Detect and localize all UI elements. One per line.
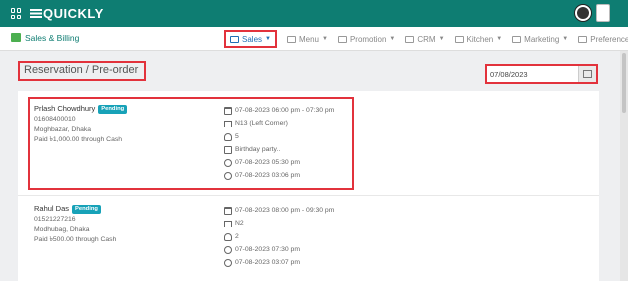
scrollbar-thumb[interactable]	[622, 53, 626, 113]
note-icon	[224, 145, 232, 154]
date-input[interactable]	[487, 67, 575, 81]
payment-info: Paid ৳500.00 through Cash	[34, 236, 117, 243]
page-scrollbar[interactable]	[620, 51, 628, 281]
reservation-card[interactable]: Rahul Das Pending 01521227216 Modhubag, D…	[28, 197, 594, 277]
reservation-note: Birthday party..	[235, 146, 281, 153]
customer-info: Rahul Das Pending 01521227216 Modhubag, D…	[34, 204, 116, 245]
clock-icon	[224, 258, 232, 267]
alarm-icon	[224, 158, 232, 167]
payment-info: Paid ৳1,000.00 through Cash	[34, 136, 123, 143]
reservation-details: 07-08-2023 08:00 pm - 09:30 pm N2 2 07-0…	[224, 204, 334, 269]
promotion-icon	[337, 35, 347, 43]
guests-icon	[224, 132, 232, 141]
nav-crm[interactable]: CRM ▼	[405, 30, 445, 48]
customer-phone: 01608400010	[34, 116, 76, 123]
chevron-down-icon: ▼	[438, 36, 445, 42]
table-icon	[224, 120, 232, 127]
date-filter	[485, 64, 598, 84]
calendar-icon	[583, 70, 592, 78]
guests-icon	[224, 232, 232, 241]
nav-marketing[interactable]: Marketing ▼	[512, 30, 568, 48]
reservation-list: Prlash Chowdhury Pending 01608400010 Mogh…	[18, 91, 599, 281]
user-avatar[interactable]	[574, 4, 592, 22]
calendar-button[interactable]	[578, 66, 596, 82]
logo-text: QUICKLY	[43, 6, 104, 21]
nav-menu-label: Menu	[298, 34, 319, 44]
nav-menu[interactable]: Menu ▼	[286, 30, 328, 48]
top-bar: QUICKLY	[0, 0, 628, 27]
crm-icon	[405, 35, 415, 43]
customer-address: Moghbazar, Dhaka	[34, 126, 92, 133]
kitchen-icon	[454, 35, 464, 43]
reservation-datetime: 07-08-2023 06:00 pm - 07:30 pm	[235, 107, 335, 114]
customer-info: Prlash Chowdhury Pending 01608400010 Mogh…	[34, 104, 128, 145]
chevron-down-icon: ▼	[389, 36, 396, 42]
alarm-icon	[224, 245, 232, 254]
reservation-datetime: 07-08-2023 08:00 pm - 09:30 pm	[235, 207, 335, 214]
calendar-icon	[224, 106, 232, 115]
avatar-image-icon	[577, 7, 589, 19]
clock-icon	[224, 171, 232, 180]
module-navbar: Sales & Billing Sales ▼ Menu ▼ Promotion ▼ …	[0, 27, 628, 51]
gear-icon	[578, 35, 588, 43]
menu-icon	[286, 35, 296, 43]
chevron-down-icon: ▼	[321, 36, 328, 42]
calendar-icon	[224, 206, 232, 215]
app-logo[interactable]: QUICKLY	[30, 6, 104, 21]
nav-preferences-label: Preferences	[590, 34, 628, 44]
nav-crm-label: CRM	[417, 34, 436, 44]
reminder-time: 07-08-2023 05:30 pm	[235, 159, 300, 166]
table-number: N13 (Left Corner)	[235, 120, 288, 127]
table-icon	[224, 220, 232, 227]
reservation-card[interactable]: Prlash Chowdhury Pending 01608400010 Mogh…	[28, 97, 354, 190]
reservation-details: 07-08-2023 06:00 pm - 07:30 pm N13 (Left…	[224, 104, 334, 182]
apps-grid-icon[interactable]	[11, 8, 22, 19]
nav-marketing-label: Marketing	[524, 34, 560, 44]
page-title: Reservation / Pre-order	[18, 61, 146, 81]
status-badge: Pending	[72, 205, 101, 214]
guest-count: 2	[235, 233, 239, 240]
chevron-down-icon: ▼	[265, 36, 271, 42]
customer-name: Rahul Das	[34, 204, 70, 213]
nav-kitchen[interactable]: Kitchen ▼	[454, 30, 503, 48]
customer-name: Prlash Chowdhury	[34, 104, 96, 113]
fullscreen-icon[interactable]	[596, 4, 610, 22]
marketing-icon	[512, 35, 522, 43]
created-time: 07-08-2023 03:06 pm	[235, 172, 300, 179]
billing-icon	[11, 33, 21, 42]
topbar-actions	[574, 4, 610, 22]
status-badge: Pending	[98, 105, 128, 114]
chevron-down-icon: ▼	[562, 36, 569, 42]
guest-count: 5	[235, 133, 239, 140]
nav-promotion[interactable]: Promotion ▼	[337, 30, 396, 48]
main-menu: Sales ▼ Menu ▼ Promotion ▼ CRM ▼ Kitchen ▼ Ma…	[224, 30, 628, 48]
module-title-text: Sales & Billing	[25, 33, 80, 43]
nav-preferences[interactable]: Preferences	[578, 30, 628, 48]
nav-sales[interactable]: Sales ▼	[224, 30, 277, 48]
module-title[interactable]: Sales & Billing	[11, 33, 79, 43]
logo-bars-icon	[30, 9, 42, 18]
nav-promotion-label: Promotion	[349, 34, 387, 44]
sales-icon	[230, 35, 239, 43]
nav-kitchen-label: Kitchen	[466, 34, 494, 44]
row-divider	[18, 195, 599, 196]
created-time: 07-08-2023 03:07 pm	[235, 259, 300, 266]
chevron-down-icon: ▼	[496, 36, 503, 42]
customer-address: Modhubag, Dhaka	[34, 226, 90, 233]
table-number: N2	[235, 220, 244, 227]
customer-phone: 01521227216	[34, 216, 76, 223]
reminder-time: 07-08-2023 07:30 pm	[235, 246, 300, 253]
nav-sales-label: Sales	[242, 34, 263, 44]
